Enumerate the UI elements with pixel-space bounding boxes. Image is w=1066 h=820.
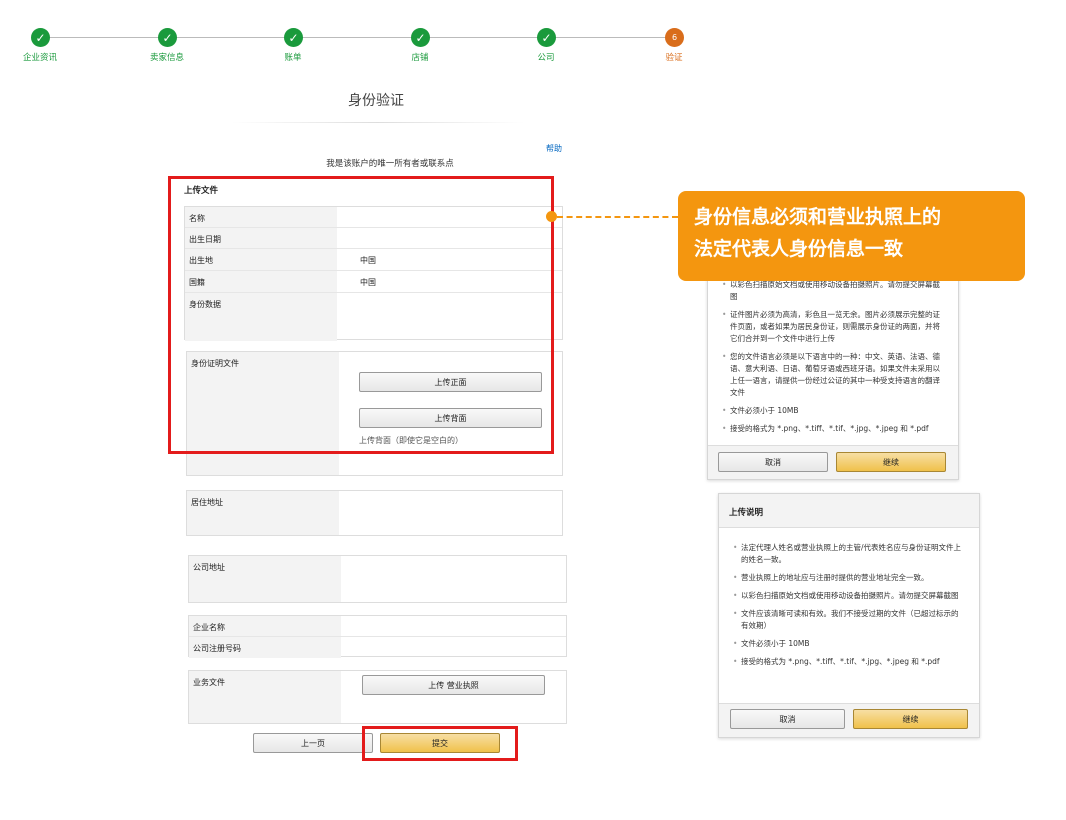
step-2-check-icon: ✓ bbox=[158, 28, 177, 47]
callout-anchor-dot bbox=[546, 211, 557, 222]
dialog1-list: 以彩色扫描原始文档或使用移动设备拍摄照片。请勿提交屏幕截图 证件图片必须为高清，… bbox=[722, 279, 944, 441]
dialog2-list: 法定代理人姓名或营业执照上的主管/代表姓名应与身份证明文件上的姓名一致。 营业执… bbox=[733, 542, 965, 674]
step-4-check-icon: ✓ bbox=[411, 28, 430, 47]
upload-business-license-button[interactable]: 上传 营业执照 bbox=[362, 675, 545, 695]
dialog2-title: 上传说明 bbox=[719, 494, 979, 528]
step-3-check-icon: ✓ bbox=[284, 28, 303, 47]
step-label-seller-info[interactable]: 卖家信息 bbox=[127, 51, 207, 63]
dialog1-item-partial: 以彩色扫描原始文档或使用移动设备拍摄照片。请勿提交屏幕截图 bbox=[722, 279, 944, 303]
step-6-current-indicator: 6 bbox=[665, 28, 684, 47]
step-label-company-info[interactable]: 企业资讯 bbox=[0, 51, 80, 63]
title-divider bbox=[232, 122, 524, 123]
upload-guidelines-dialog: 以彩色扫描原始文档或使用移动设备拍摄照片。请勿提交屏幕截图 证件图片必须为高清，… bbox=[707, 270, 959, 480]
step-1-check-icon: ✓ bbox=[31, 28, 50, 47]
company-info-table: 企业名称 公司注册号码 bbox=[188, 615, 567, 658]
step-label-company[interactable]: 公司 bbox=[506, 51, 586, 63]
company-name-label: 企业名称 bbox=[189, 616, 341, 636]
company-reg-label: 公司注册号码 bbox=[189, 637, 341, 658]
dialog2-item: 营业执照上的地址应与注册时提供的营业地址完全一致。 bbox=[733, 572, 965, 584]
help-link[interactable]: 帮助 bbox=[546, 143, 562, 154]
step-label-billing[interactable]: 账单 bbox=[253, 51, 333, 63]
highlight-upload-frame bbox=[168, 176, 554, 454]
dialog1-continue-button[interactable]: 继续 bbox=[836, 452, 946, 472]
residence-address-box: 居住地址 bbox=[186, 490, 563, 536]
company-address-box: 公司地址 bbox=[188, 555, 567, 603]
callout-connector bbox=[557, 216, 678, 218]
dialog2-item: 法定代理人姓名或营业执照上的主管/代表姓名应与身份证明文件上的姓名一致。 bbox=[733, 542, 965, 566]
dialog2-item: 以彩色扫描原始文档或使用移动设备拍摄照片。请勿提交屏幕截图 bbox=[733, 590, 965, 602]
dialog1-item: 接受的格式为 *.png、*.tiff、*.tif、*.jpg、*.jpeg 和… bbox=[722, 423, 944, 435]
callout-note: 身份信息必须和营业执照上的 法定代表人身份信息一致 bbox=[678, 191, 1025, 281]
dialog2-item: 文件应该清晰可读和有效。我们不接受过期的文件（已超过标示的有效期） bbox=[733, 608, 965, 632]
dialog1-item: 证件图片必须为高清，彩色且一览无余。图片必须展示完整的证件页面，或者如果为居民身… bbox=[722, 309, 944, 345]
upload-instructions-dialog: 上传说明 法定代理人姓名或营业执照上的主管/代表姓名应与身份证明文件上的姓名一致… bbox=[718, 493, 980, 738]
dialog2-item: 接受的格式为 *.png、*.tiff、*.tif、*.jpg、*.jpeg 和… bbox=[733, 656, 965, 668]
residence-label: 居住地址 bbox=[187, 491, 339, 535]
dialog1-item: 您的文件语言必须是以下语言中的一种：中文、英语、法语、德语、意大利语、日语、葡萄… bbox=[722, 351, 944, 399]
previous-page-button[interactable]: 上一页 bbox=[253, 733, 373, 753]
callout-line-2: 法定代表人身份信息一致 bbox=[694, 238, 904, 260]
company-reg-row: 公司注册号码 bbox=[189, 637, 566, 658]
step-label-store[interactable]: 店铺 bbox=[380, 51, 460, 63]
subtitle: 我是该账户的唯一所有者或联系点 bbox=[326, 159, 454, 169]
stepper-line bbox=[42, 37, 666, 38]
highlight-submit-frame bbox=[362, 726, 518, 761]
page-title: 身份验证 bbox=[348, 93, 404, 109]
callout-line-1: 身份信息必须和营业执照上的 bbox=[694, 206, 942, 228]
dialog1-item: 文件必须小于 10MB bbox=[722, 405, 944, 417]
company-name-row: 企业名称 bbox=[189, 616, 566, 637]
dialog2-cancel-button[interactable]: 取消 bbox=[730, 709, 845, 729]
business-doc-label: 业务文件 bbox=[189, 671, 341, 723]
dialog2-item: 文件必须小于 10MB bbox=[733, 638, 965, 650]
dialog2-continue-button[interactable]: 继续 bbox=[853, 709, 968, 729]
company-address-label: 公司地址 bbox=[189, 556, 341, 602]
step-label-verification: 验证 bbox=[665, 53, 683, 63]
dialog1-cancel-button[interactable]: 取消 bbox=[718, 452, 828, 472]
step-5-check-icon: ✓ bbox=[537, 28, 556, 47]
